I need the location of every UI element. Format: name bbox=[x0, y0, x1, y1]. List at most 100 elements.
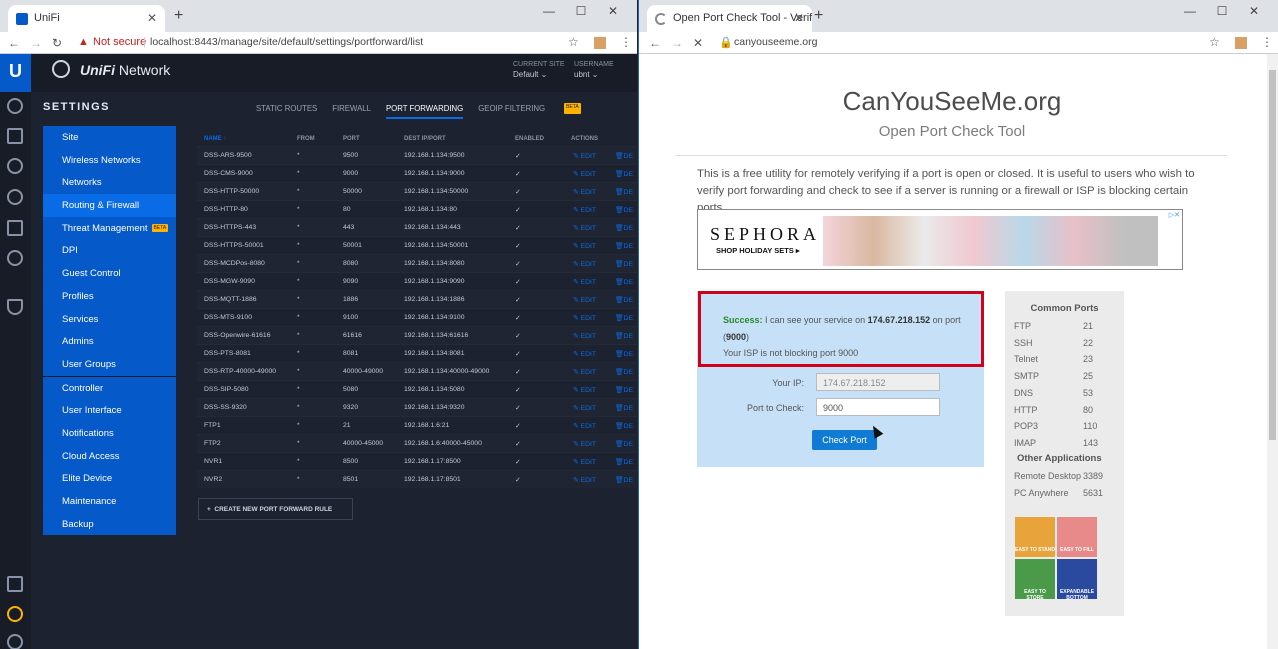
forward-icon[interactable]: → bbox=[30, 36, 42, 50]
back-icon[interactable]: ← bbox=[649, 36, 661, 50]
sidebar-item[interactable]: Admins bbox=[43, 330, 176, 353]
delete-button[interactable]: 🗑DE bbox=[615, 260, 633, 268]
sidebar-item[interactable]: Site bbox=[43, 126, 176, 149]
delete-button[interactable]: 🗑DE bbox=[615, 422, 633, 430]
chat-icon[interactable] bbox=[7, 634, 23, 649]
edit-button[interactable]: ✎ EDIT bbox=[573, 152, 596, 160]
sidebar-item[interactable]: DPI bbox=[43, 239, 176, 262]
delete-button[interactable]: 🗑DE bbox=[615, 404, 633, 412]
sidebar-item[interactable]: Notifications bbox=[43, 422, 176, 445]
new-tab-button[interactable]: + bbox=[814, 7, 823, 25]
delete-button[interactable]: 🗑DE bbox=[615, 314, 633, 322]
check-port-button[interactable]: Check Port bbox=[812, 430, 877, 450]
insights-icon[interactable] bbox=[7, 250, 23, 266]
column-port[interactable]: PORT bbox=[343, 136, 360, 142]
close-window-icon[interactable]: ✕ bbox=[597, 4, 629, 18]
sidebar-item[interactable]: Services bbox=[43, 308, 176, 331]
forward-icon[interactable]: → bbox=[671, 36, 683, 50]
delete-button[interactable]: 🗑DE bbox=[615, 332, 633, 340]
scrollbar[interactable] bbox=[1267, 54, 1278, 649]
stop-loading-icon[interactable]: ✕ bbox=[693, 36, 703, 50]
column-dest[interactable]: DEST IP/PORT bbox=[404, 136, 446, 142]
tab-port-forwarding[interactable]: PORT FORWARDING bbox=[385, 104, 464, 119]
reload-icon[interactable]: ↻ bbox=[52, 36, 62, 50]
minimize-icon[interactable]: — bbox=[533, 4, 565, 18]
sidebar-item[interactable]: Cloud Access bbox=[43, 445, 176, 468]
column-name-sort[interactable]: NAME ↑ bbox=[204, 136, 226, 142]
bookmark-star-icon[interactable]: ☆ bbox=[568, 35, 579, 49]
delete-button[interactable]: 🗑DE bbox=[615, 206, 633, 214]
sephora-ad-banner[interactable]: SEPHORA SHOP HOLIDAY SETS ▸ ▷✕ bbox=[697, 209, 1183, 270]
dashboard-icon[interactable] bbox=[7, 98, 23, 114]
shield-icon[interactable] bbox=[7, 299, 23, 315]
sidebar-item[interactable]: Guest Control bbox=[43, 262, 176, 285]
edit-button[interactable]: ✎ EDIT bbox=[573, 314, 596, 322]
sidebar-item[interactable]: Elite Device bbox=[43, 467, 176, 490]
edit-button[interactable]: ✎ EDIT bbox=[573, 278, 596, 286]
create-port-forward-button[interactable]: + CREATE NEW PORT FORWARD RULE bbox=[198, 498, 353, 520]
close-window-icon[interactable]: ✕ bbox=[1238, 4, 1270, 18]
notifications-bell-icon[interactable] bbox=[7, 606, 23, 622]
edit-button[interactable]: ✎ EDIT bbox=[573, 332, 596, 340]
delete-button[interactable]: 🗑DE bbox=[615, 278, 633, 286]
calendar-icon[interactable] bbox=[7, 576, 23, 592]
bookmark-star-icon[interactable]: ☆ bbox=[1209, 35, 1220, 49]
edit-button[interactable]: ✎ EDIT bbox=[573, 368, 596, 376]
edit-button[interactable]: ✎ EDIT bbox=[573, 404, 596, 412]
maximize-icon[interactable]: ☐ bbox=[565, 4, 597, 18]
delete-button[interactable]: 🗑DE bbox=[615, 440, 633, 448]
close-tab-icon[interactable]: ✕ bbox=[147, 11, 157, 25]
edit-button[interactable]: ✎ EDIT bbox=[573, 386, 596, 394]
delete-button[interactable]: 🗑DE bbox=[615, 476, 633, 484]
edit-button[interactable]: ✎ EDIT bbox=[573, 260, 596, 268]
edit-button[interactable]: ✎ EDIT bbox=[573, 458, 596, 466]
extension-icon[interactable] bbox=[594, 37, 606, 49]
sidebar-item[interactable]: Threat Management BETA bbox=[43, 217, 176, 240]
column-from[interactable]: FROM bbox=[297, 136, 315, 142]
ad-choices-icon[interactable]: ▷✕ bbox=[1169, 211, 1180, 219]
port-input[interactable]: 9000 bbox=[816, 398, 940, 416]
small-ad[interactable]: EASY TO STAND EASY TO FILL EASY TO STORE… bbox=[1015, 517, 1099, 601]
ad-cta[interactable]: SHOP HOLIDAY SETS ▸ bbox=[716, 246, 800, 255]
tab-geoip-filtering[interactable]: GEOIP FILTERING BETA bbox=[478, 103, 596, 121]
sidebar-item[interactable]: Wireless Networks bbox=[43, 149, 176, 172]
delete-button[interactable]: 🗑DE bbox=[615, 224, 633, 232]
right-tab-canyouseeme[interactable]: Open Port Check Tool - Verify P ✕ bbox=[647, 5, 812, 32]
edit-button[interactable]: ✎ EDIT bbox=[573, 188, 596, 196]
edit-button[interactable]: ✎ EDIT bbox=[573, 476, 596, 484]
extension-icon[interactable] bbox=[1235, 37, 1247, 49]
address-bar[interactable]: localhost:8443/manage/site/default/setti… bbox=[150, 36, 423, 48]
delete-button[interactable]: 🗑DE bbox=[615, 170, 633, 178]
delete-button[interactable]: 🗑DE bbox=[615, 152, 633, 160]
edit-button[interactable]: ✎ EDIT bbox=[573, 422, 596, 430]
map-icon[interactable] bbox=[7, 158, 23, 174]
column-enabled[interactable]: ENABLED bbox=[515, 136, 544, 142]
delete-button[interactable]: 🗑DE bbox=[615, 350, 633, 358]
sidebar-item[interactable]: Profiles bbox=[43, 285, 176, 308]
scrollbar-thumb[interactable] bbox=[1269, 70, 1276, 440]
delete-button[interactable]: 🗑DE bbox=[615, 188, 633, 196]
delete-button[interactable]: 🗑DE bbox=[615, 368, 633, 376]
menu-icon[interactable]: ⋮ bbox=[620, 35, 632, 49]
edit-button[interactable]: ✎ EDIT bbox=[573, 206, 596, 214]
current-site-selector[interactable]: CURRENT SITE Default ⌄ bbox=[513, 60, 565, 79]
menu-icon[interactable]: ⋮ bbox=[1261, 35, 1273, 49]
new-tab-button[interactable]: + bbox=[174, 7, 183, 25]
clients-icon[interactable] bbox=[7, 220, 23, 236]
maximize-icon[interactable]: ☐ bbox=[1206, 4, 1238, 18]
sidebar-item[interactable]: User Interface bbox=[43, 399, 176, 422]
devices-icon[interactable] bbox=[7, 189, 23, 205]
sidebar-item[interactable]: Routing & Firewall bbox=[43, 194, 176, 217]
edit-button[interactable]: ✎ EDIT bbox=[573, 224, 596, 232]
sidebar-item[interactable]: User Groups bbox=[43, 353, 176, 376]
back-icon[interactable]: ← bbox=[8, 36, 20, 50]
tab-firewall[interactable]: FIREWALL bbox=[332, 104, 371, 117]
edit-button[interactable]: ✎ EDIT bbox=[573, 242, 596, 250]
delete-button[interactable]: 🗑DE bbox=[615, 242, 633, 250]
delete-button[interactable]: 🗑DE bbox=[615, 296, 633, 304]
delete-button[interactable]: 🗑DE bbox=[615, 458, 633, 466]
delete-button[interactable]: 🗑DE bbox=[615, 386, 633, 394]
ubiquiti-logo-icon[interactable]: U bbox=[0, 54, 31, 92]
close-tab-icon[interactable]: ✕ bbox=[794, 11, 804, 25]
not-secure-label[interactable]: Not secure bbox=[93, 36, 146, 48]
